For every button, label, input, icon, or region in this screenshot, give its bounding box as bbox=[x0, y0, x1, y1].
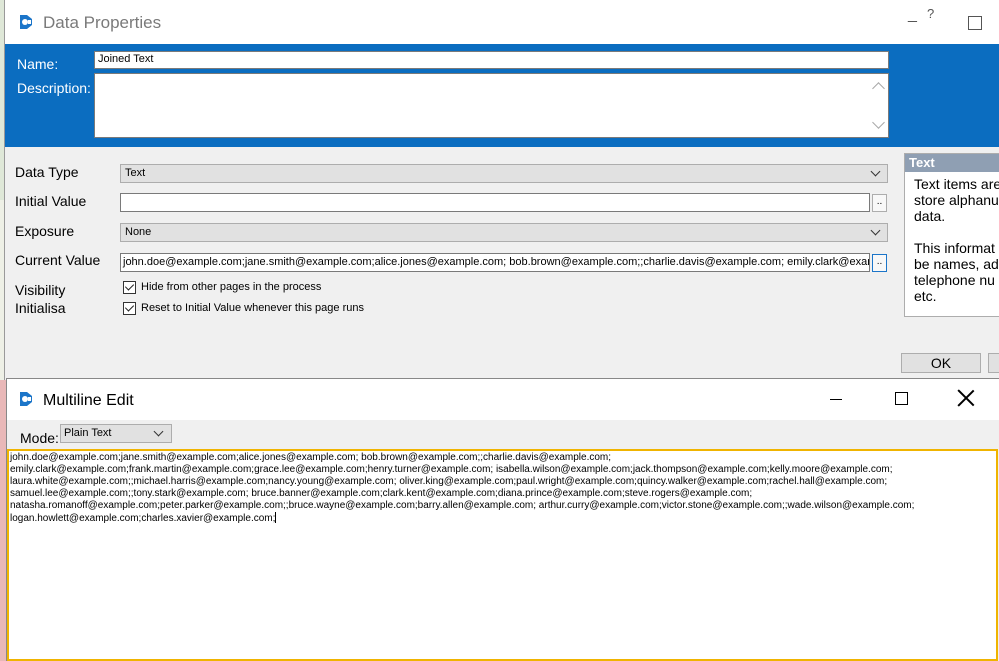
close-button[interactable] bbox=[957, 389, 975, 407]
data-type-label: Data Type bbox=[15, 164, 79, 180]
description-input[interactable] bbox=[94, 73, 889, 138]
chevron-down-icon bbox=[870, 225, 881, 236]
description-scrollbar[interactable] bbox=[870, 74, 888, 137]
description-label: Description: bbox=[17, 80, 91, 96]
data-type-value: Text bbox=[125, 167, 146, 179]
multiline-edit-titlebar: Multiline Edit bbox=[7, 379, 999, 420]
reset-to-initial-checkbox[interactable] bbox=[123, 302, 136, 315]
text-line: emily.clark@example.com;frank.martin@exa… bbox=[10, 464, 893, 475]
check-icon bbox=[124, 302, 135, 312]
current-value-ellipsis-button[interactable]: .. bbox=[872, 254, 887, 272]
initial-value-ellipsis-button[interactable]: .. bbox=[872, 194, 887, 212]
data-properties-dialog: Data Properties _ ? Name: Joined Text De… bbox=[4, 0, 999, 380]
initial-value-label: Initial Value bbox=[15, 193, 87, 209]
dialog-title: Data Properties bbox=[43, 13, 162, 32]
help-button[interactable]: ? bbox=[927, 6, 934, 21]
maximize-button[interactable] bbox=[895, 392, 908, 405]
mode-select[interactable]: Plain Text bbox=[60, 424, 172, 443]
text-line-last: logan.howlett@example.com;charles.xavier… bbox=[10, 512, 995, 525]
exposure-select[interactable]: None bbox=[120, 223, 888, 242]
chevron-down-icon bbox=[153, 426, 164, 437]
current-value-label: Current Value bbox=[15, 252, 101, 268]
initialisation-label: Initialisa bbox=[15, 300, 66, 316]
dialog-titlebar: Data Properties _ ? bbox=[5, 0, 999, 44]
chevron-up-icon bbox=[872, 82, 885, 95]
cancel-button[interactable] bbox=[988, 353, 999, 373]
multiline-text-area[interactable]: john.doe@example.com;jane.smith@example.… bbox=[7, 449, 998, 661]
minimize-button[interactable]: _ bbox=[908, 6, 917, 24]
help-panel: Text Text items are store alphanu data. … bbox=[904, 153, 999, 317]
text-line: john.doe@example.com;jane.smith@example.… bbox=[10, 452, 612, 463]
initial-value-input[interactable] bbox=[120, 193, 870, 212]
mode-value: Plain Text bbox=[64, 427, 112, 439]
name-label: Name: bbox=[17, 56, 59, 72]
text-line: laura.white@example.com;;michael.harris@… bbox=[10, 476, 888, 487]
text-line: samuel.lee@example.com;;tony.stark@examp… bbox=[10, 488, 753, 499]
exposure-value: None bbox=[125, 226, 152, 238]
help-panel-body: Text items are store alphanu data. This … bbox=[914, 176, 999, 304]
maximize-button[interactable] bbox=[968, 16, 982, 30]
visibility-label: Visibility bbox=[15, 282, 66, 298]
app-logo-icon bbox=[20, 392, 32, 406]
text-line: logan.howlett@example.com;charles.xavier… bbox=[10, 513, 276, 524]
minimize-button[interactable] bbox=[830, 399, 842, 400]
name-description-header: Name: Joined Text Description: bbox=[5, 44, 999, 147]
chevron-down-icon bbox=[870, 166, 881, 177]
multiline-edit-dialog: Multiline Edit Mode: Plain Text john.doe… bbox=[6, 378, 999, 661]
app-logo-icon bbox=[20, 15, 32, 29]
current-value-input[interactable]: john.doe@example.com;jane.smith@example.… bbox=[120, 253, 870, 272]
hide-from-other-pages-checkbox[interactable] bbox=[123, 281, 136, 294]
check-icon bbox=[124, 281, 135, 291]
ok-button[interactable]: OK bbox=[901, 353, 981, 373]
text-caret bbox=[275, 512, 277, 523]
name-input[interactable]: Joined Text bbox=[94, 51, 889, 69]
help-panel-title: Text bbox=[905, 154, 999, 172]
data-type-select[interactable]: Text bbox=[120, 164, 888, 183]
reset-to-initial-label: Reset to Initial Value whenever this pag… bbox=[141, 302, 364, 314]
hide-from-other-pages-label: Hide from other pages in the process bbox=[141, 281, 322, 293]
mode-label: Mode: bbox=[20, 430, 59, 446]
exposure-label: Exposure bbox=[15, 223, 75, 239]
multiline-edit-title: Multiline Edit bbox=[43, 392, 134, 409]
text-line: natasha.romanoff@example.com;peter.parke… bbox=[10, 500, 915, 511]
chevron-down-icon bbox=[872, 116, 885, 129]
